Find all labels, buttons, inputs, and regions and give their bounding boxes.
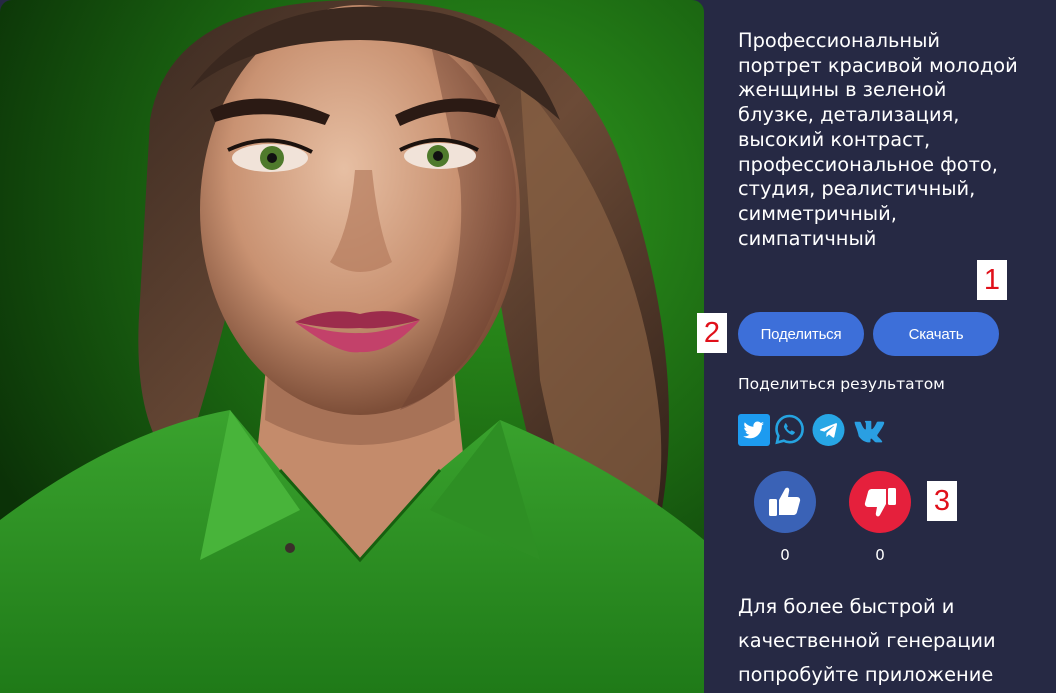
telegram-share-link[interactable] (812, 413, 845, 446)
vk-share-link[interactable] (853, 413, 886, 446)
whatsapp-share-link[interactable] (773, 413, 806, 446)
side-panel: Профессиональный портрет красивой молодо… (697, 0, 1056, 693)
prompt-text: Профессиональный портрет красивой молодо… (738, 29, 1018, 250)
dislike-count: 0 (875, 546, 885, 564)
annotation-marker-2: 2 (697, 313, 727, 353)
thumbs-down-icon (864, 488, 896, 517)
like-count: 0 (780, 546, 790, 564)
share-button[interactable]: Поделиться (738, 312, 864, 356)
annotation-marker-1: 1 (977, 260, 1007, 300)
portrait-image (0, 0, 704, 693)
generated-image[interactable] (0, 0, 704, 693)
thumbs-up-icon (769, 487, 801, 516)
twitter-share-link[interactable] (737, 413, 770, 446)
share-section-title: Поделиться результатом (738, 375, 945, 393)
telegram-icon (812, 413, 845, 446)
like-button[interactable] (754, 471, 816, 533)
promo-text: Для более быстрой и качественной генерац… (738, 595, 996, 686)
download-button[interactable]: Скачать (873, 312, 999, 356)
twitter-icon (737, 413, 770, 446)
annotation-marker-3: 3 (927, 481, 957, 521)
dislike-button[interactable] (849, 471, 911, 533)
vk-icon (854, 420, 885, 442)
whatsapp-icon (775, 414, 804, 445)
